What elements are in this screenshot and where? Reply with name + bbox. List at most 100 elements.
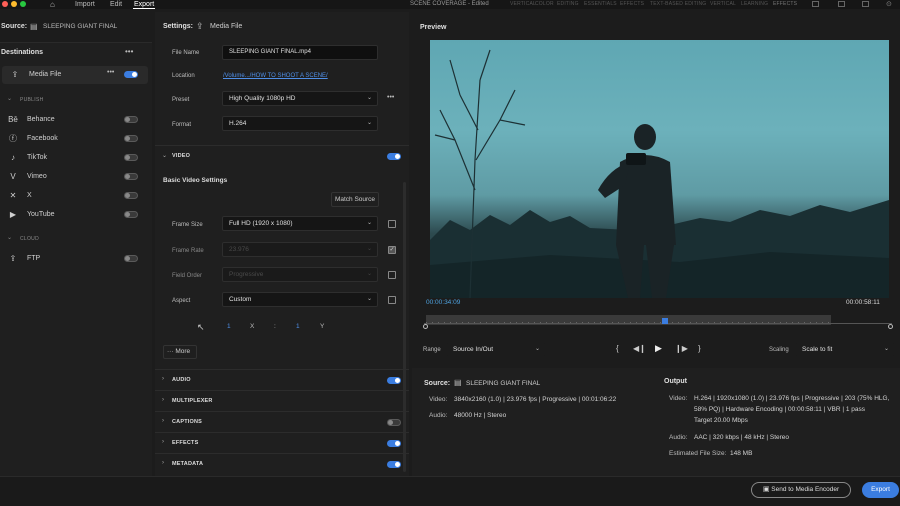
facebook-toggle[interactable] — [124, 135, 138, 142]
source-name: SLEEPING GIANT FINAL — [43, 23, 118, 30]
go-to-in-icon[interactable]: { — [616, 344, 619, 353]
aspect-x-value[interactable]: 1 — [227, 323, 231, 330]
frame-size-select[interactable]: Full HD (1920 x 1080) ⌄ — [222, 216, 378, 231]
quick-export-icon[interactable]: ⊙ — [886, 0, 892, 9]
workspace-tab[interactable]: VERTICAL — [510, 0, 536, 9]
effects-toggle[interactable] — [387, 440, 401, 447]
menu-edit[interactable]: Edit — [110, 0, 122, 9]
section-title: CAPTIONS — [172, 419, 203, 425]
field-order-checkbox[interactable] — [388, 271, 396, 279]
go-to-out-icon[interactable]: } — [698, 344, 701, 353]
menu-import[interactable]: Import — [75, 0, 95, 9]
workspace-tab[interactable]: COLOR — [535, 0, 554, 9]
section-metadata[interactable]: › METADATA — [155, 453, 409, 474]
preset-select[interactable]: High Quality 1080p HD ⌄ — [222, 91, 378, 106]
section-video[interactable]: ⌄ VIDEO — [155, 145, 409, 166]
step-back-icon[interactable]: ◀❙ — [633, 344, 646, 353]
match-source-button[interactable]: Match Source — [331, 192, 379, 207]
fullscreen-icon[interactable] — [862, 1, 869, 7]
chevron-down-icon: ⌄ — [366, 120, 372, 126]
destination-x[interactable]: ✕ X — [0, 187, 152, 205]
send-to-media-encoder-button[interactable]: ▣ Send to Media Encoder — [751, 482, 851, 498]
more-label: More — [175, 348, 191, 355]
video-toggle[interactable] — [387, 153, 401, 160]
format-select[interactable]: H.264 ⌄ — [222, 116, 378, 131]
step-forward-icon[interactable]: ❙▶ — [675, 344, 688, 353]
workspace-tab[interactable]: EDITING — [557, 0, 579, 9]
more-dots-icon: ··· — [167, 348, 174, 355]
chevron-down-icon[interactable]: ⌄ — [7, 234, 12, 241]
metadata-toggle[interactable] — [387, 461, 401, 468]
in-point-handle[interactable] — [423, 324, 428, 329]
destination-youtube[interactable]: ▶ YouTube — [0, 206, 152, 224]
destination-facebook[interactable]: ⓕ Facebook — [0, 130, 152, 148]
destination-ftp[interactable]: ⇪ FTP — [0, 250, 152, 268]
scaling-select[interactable]: Scale to fit ⌄ — [795, 342, 895, 357]
section-effects[interactable]: › EFFECTS — [155, 432, 409, 453]
more-button[interactable]: ··· More — [163, 345, 197, 359]
frame-rate-checkbox[interactable]: ✓ — [388, 246, 396, 254]
field-order-select[interactable]: Progressive ⌄ — [222, 267, 378, 282]
export-tab-indicator — [133, 8, 155, 9]
behance-icon: Bē — [8, 115, 18, 124]
destination-behance[interactable]: Bē Behance — [0, 111, 152, 129]
play-icon[interactable]: ▶ — [655, 343, 662, 354]
export-button[interactable]: Export — [862, 482, 899, 498]
file-size-label: Estimated File Size: — [669, 450, 727, 457]
share-icon[interactable] — [838, 1, 845, 7]
home-icon[interactable]: ⌂ — [50, 0, 55, 9]
workspace-tab[interactable]: EFFECTS — [773, 0, 797, 9]
workspace-tab[interactable]: VERTICAL — [710, 0, 736, 9]
ftp-toggle[interactable] — [124, 255, 138, 262]
source-info-label: Source: — [424, 380, 451, 387]
frame-rate-label: Frame Rate — [172, 248, 204, 254]
tiktok-icon: ♪ — [11, 153, 15, 162]
output-info-label: Output — [664, 378, 687, 385]
behance-toggle[interactable] — [124, 116, 138, 123]
workspace-tab[interactable]: EFFECTS — [620, 0, 644, 9]
sequence-icon: ▤ — [30, 22, 38, 31]
aspect-select[interactable]: Custom ⌄ — [222, 292, 378, 307]
more-options-icon[interactable]: ••• — [107, 69, 114, 76]
destination-vimeo[interactable]: V Vimeo — [0, 168, 152, 186]
captions-toggle[interactable] — [387, 419, 401, 426]
preset-more-icon[interactable]: ••• — [387, 94, 394, 101]
media-file-toggle[interactable] — [124, 71, 138, 78]
mouse-cursor-icon: ↖ — [197, 322, 205, 332]
x-icon: ✕ — [9, 191, 17, 200]
frame-size-checkbox[interactable] — [388, 220, 396, 228]
settings-target: Media File — [210, 23, 243, 30]
minimize-window-button[interactable] — [11, 1, 17, 7]
frame-rate-select[interactable]: 23.976 ⌄ — [222, 242, 378, 257]
workspaces-icon[interactable] — [812, 1, 819, 7]
range-select[interactable]: Source In/Out ⌄ — [446, 342, 546, 357]
current-timecode[interactable]: 00:00:34:09 — [426, 299, 460, 306]
x-toggle[interactable] — [124, 192, 138, 199]
section-audio[interactable]: › AUDIO — [155, 369, 409, 390]
close-window-button[interactable] — [2, 1, 8, 7]
location-link[interactable]: /Volume.../HOW TO SHOOT A SCENE/ — [223, 73, 328, 79]
section-captions[interactable]: › CAPTIONS — [155, 411, 409, 432]
workspace-tab[interactable]: LEARNING — [741, 0, 768, 9]
more-options-icon[interactable]: ••• — [125, 47, 133, 56]
settings-scrollbar[interactable] — [403, 182, 406, 472]
playhead[interactable] — [661, 318, 668, 324]
audio-toggle[interactable] — [387, 377, 401, 384]
workspace-tab[interactable]: ESSENTIALS — [584, 0, 617, 9]
section-multiplexer[interactable]: › MULTIPLEXER — [155, 390, 409, 411]
chevron-down-icon[interactable]: ⌄ — [7, 95, 12, 102]
aspect-checkbox[interactable] — [388, 296, 396, 304]
aspect-y-value[interactable]: 1 — [296, 323, 300, 330]
zoom-window-button[interactable] — [20, 1, 26, 7]
workspace-tab[interactable]: TEXT-BASED EDITING — [650, 0, 706, 9]
source-video-value: 3840x2160 (1.0) | 23.976 fps | Progressi… — [454, 396, 617, 403]
vimeo-icon: V — [10, 172, 16, 181]
destination-tiktok[interactable]: ♪ TikTok — [0, 149, 152, 167]
tiktok-toggle[interactable] — [124, 154, 138, 161]
destination-media-file[interactable]: ⇪ Media File ••• — [2, 66, 148, 84]
out-point-handle[interactable] — [888, 324, 893, 329]
vimeo-toggle[interactable] — [124, 173, 138, 180]
file-name-input[interactable]: SLEEPING GIANT FINAL.mp4 — [222, 45, 378, 60]
video-scene-image — [430, 49, 889, 298]
youtube-toggle[interactable] — [124, 211, 138, 218]
